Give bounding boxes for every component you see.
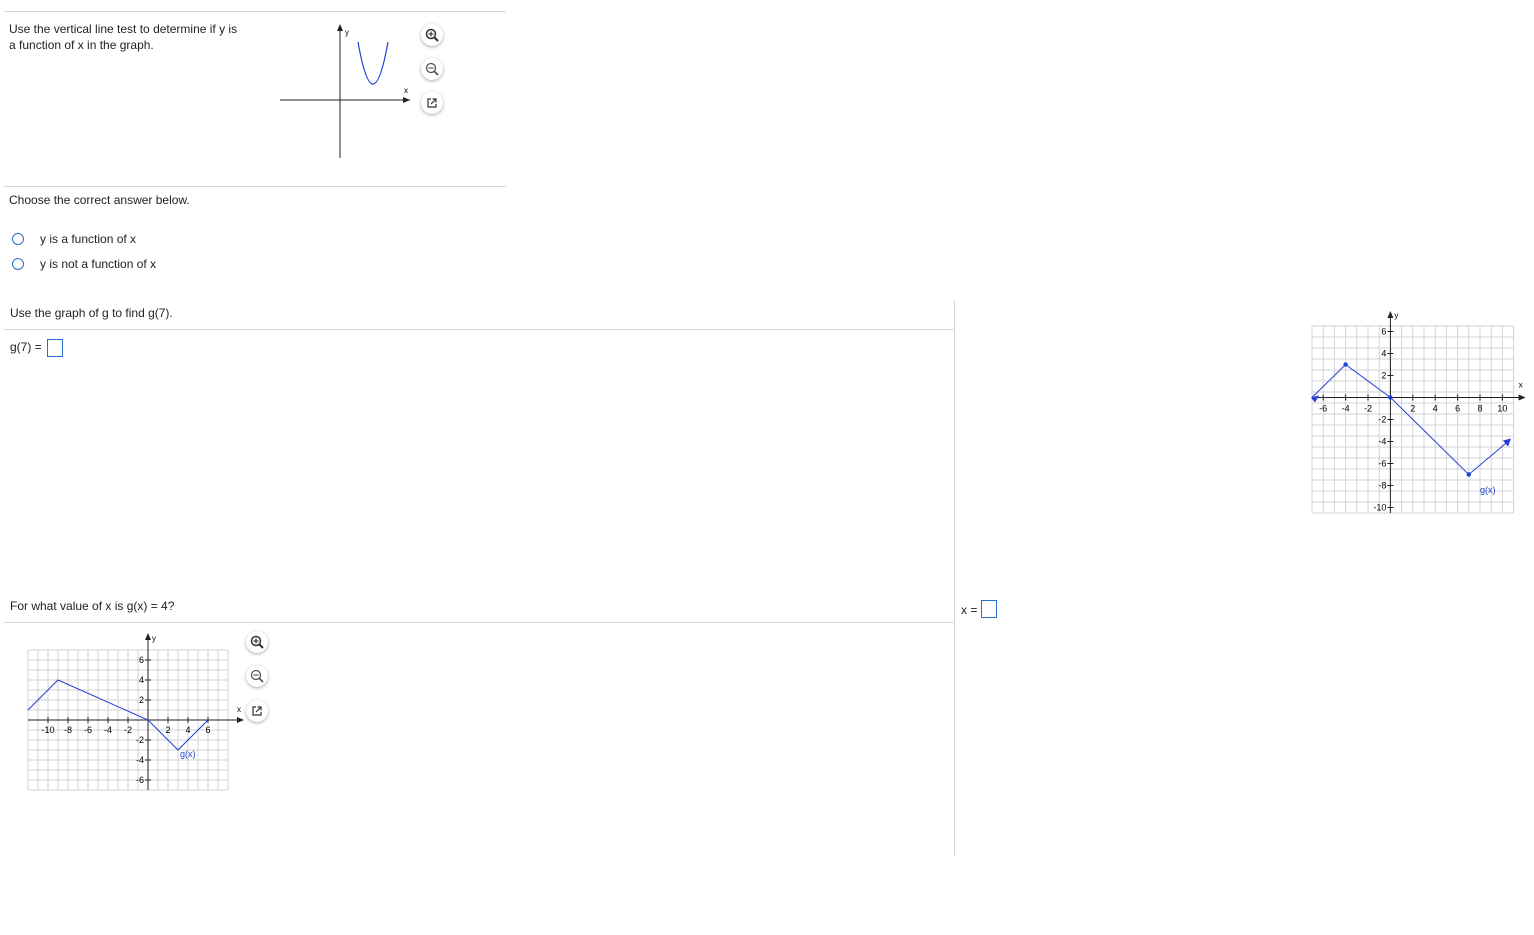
x-tick-label: 4 — [1433, 404, 1438, 414]
y-tick-label: -10 — [1373, 503, 1386, 513]
y-tick-label: 4 — [139, 675, 144, 685]
y-axis-label: y — [345, 28, 349, 37]
x-tick-label: 2 — [1410, 404, 1415, 414]
y-tick-label: -4 — [1378, 437, 1386, 447]
y-tick-label: 2 — [139, 695, 144, 705]
x-tick-label: -10 — [41, 725, 54, 735]
divider-top — [4, 11, 506, 12]
y-tick-label: -8 — [1378, 481, 1386, 491]
y-tick-label: 6 — [139, 655, 144, 665]
g-vertex-point — [1388, 395, 1393, 400]
x-tick-label: 6 — [1455, 404, 1460, 414]
x-tick-label: -4 — [1342, 404, 1350, 414]
divider-q1 — [4, 186, 506, 187]
x-tick-label: 6 — [205, 725, 210, 735]
q1-instruction: Choose the correct answer below. — [9, 193, 190, 207]
function-label: g(x) — [1480, 485, 1496, 495]
zoom-in-button[interactable] — [421, 24, 443, 46]
y-axis-arrow — [337, 24, 343, 31]
zoom-out-icon — [425, 62, 439, 76]
q1-prompt-line1: Use the vertical line test to determine … — [9, 22, 238, 36]
x-tick-label: -8 — [64, 725, 72, 735]
g-graph-right: y x -6 -4 -2 2 4 6 8 10 6 4 2 -2 -4 -6 -8 -10 g(x) — [1311, 311, 1526, 514]
y-tick-label: -2 — [1378, 415, 1386, 425]
g-vertex-point — [1466, 472, 1471, 477]
x-tick-label: 4 — [185, 725, 190, 735]
y-tick-label: -4 — [136, 755, 144, 765]
x-tick-label: -2 — [1364, 404, 1372, 414]
y-axis-label: y — [1394, 311, 1398, 320]
panel-divider-vertical — [954, 300, 955, 857]
popout-icon — [252, 706, 262, 716]
option-2-label[interactable]: y is not a function of x — [40, 256, 156, 272]
zoom-in-icon — [425, 28, 439, 42]
x-tick-label: -2 — [124, 725, 132, 735]
y-tick-label: 4 — [1381, 349, 1386, 359]
y-tick-label: -6 — [136, 775, 144, 785]
q1-prompt-line2: a function of x in the graph. — [9, 38, 154, 52]
function-label: g(x) — [180, 749, 196, 759]
parabola-curve — [357, 41, 389, 85]
parabola-graph: y x — [280, 24, 410, 158]
radio-option-1[interactable] — [12, 233, 24, 245]
g7-answer-input[interactable] — [47, 339, 63, 357]
y-axis-arrow — [145, 633, 151, 640]
x-tick-label: -6 — [1319, 404, 1327, 414]
x-axis-arrow — [1518, 394, 1526, 401]
popout-button-2[interactable] — [246, 700, 268, 722]
popout-button[interactable] — [421, 92, 443, 114]
x-axis-arrow — [237, 717, 244, 723]
zoom-out-button[interactable] — [421, 58, 443, 80]
zoom-out-button-2[interactable] — [246, 665, 268, 687]
y-tick-label: 6 — [1381, 327, 1386, 337]
option-1-label[interactable]: y is a function of x — [40, 231, 136, 247]
divider-q2 — [4, 329, 954, 330]
q3-prompt: For what value of x is g(x) = 4? — [10, 599, 175, 613]
y-tick-label: -2 — [136, 735, 144, 745]
g-graph-small: y x -10 -8 -6 -4 -2 2 4 6 6 4 2 -2 -4 -6 g(x) — [27, 633, 244, 791]
q2-prompt: Use the graph of g to find g(7). — [10, 306, 173, 320]
q3-answer-label: x = — [961, 603, 978, 617]
divider-q3 — [4, 622, 954, 623]
x-axis-label: x — [1519, 381, 1523, 390]
radio-option-2[interactable] — [12, 258, 24, 270]
x-tick-label: -6 — [84, 725, 92, 735]
y-tick-label: -6 — [1378, 459, 1386, 469]
x-tick-label: -4 — [104, 725, 112, 735]
zoom-out-icon — [250, 669, 264, 683]
y-axis-label: y — [152, 634, 156, 643]
y-axis-arrow — [1387, 311, 1394, 318]
zoom-in-button-2[interactable] — [246, 631, 268, 653]
x-axis-label: x — [237, 705, 241, 714]
x-tick-label: 2 — [165, 725, 170, 735]
x-tick-label: 10 — [1497, 404, 1507, 414]
y-tick-label: 2 — [1381, 371, 1386, 381]
q2-answer-label: g(7) = — [10, 340, 42, 354]
g-vertex-point — [1343, 362, 1348, 367]
popout-icon — [427, 98, 437, 108]
x-axis-label: x — [404, 86, 408, 95]
x-tick-label: 8 — [1477, 404, 1482, 414]
zoom-in-icon — [250, 635, 264, 649]
x-axis-arrow — [403, 97, 410, 103]
x-answer-input[interactable] — [981, 600, 997, 618]
